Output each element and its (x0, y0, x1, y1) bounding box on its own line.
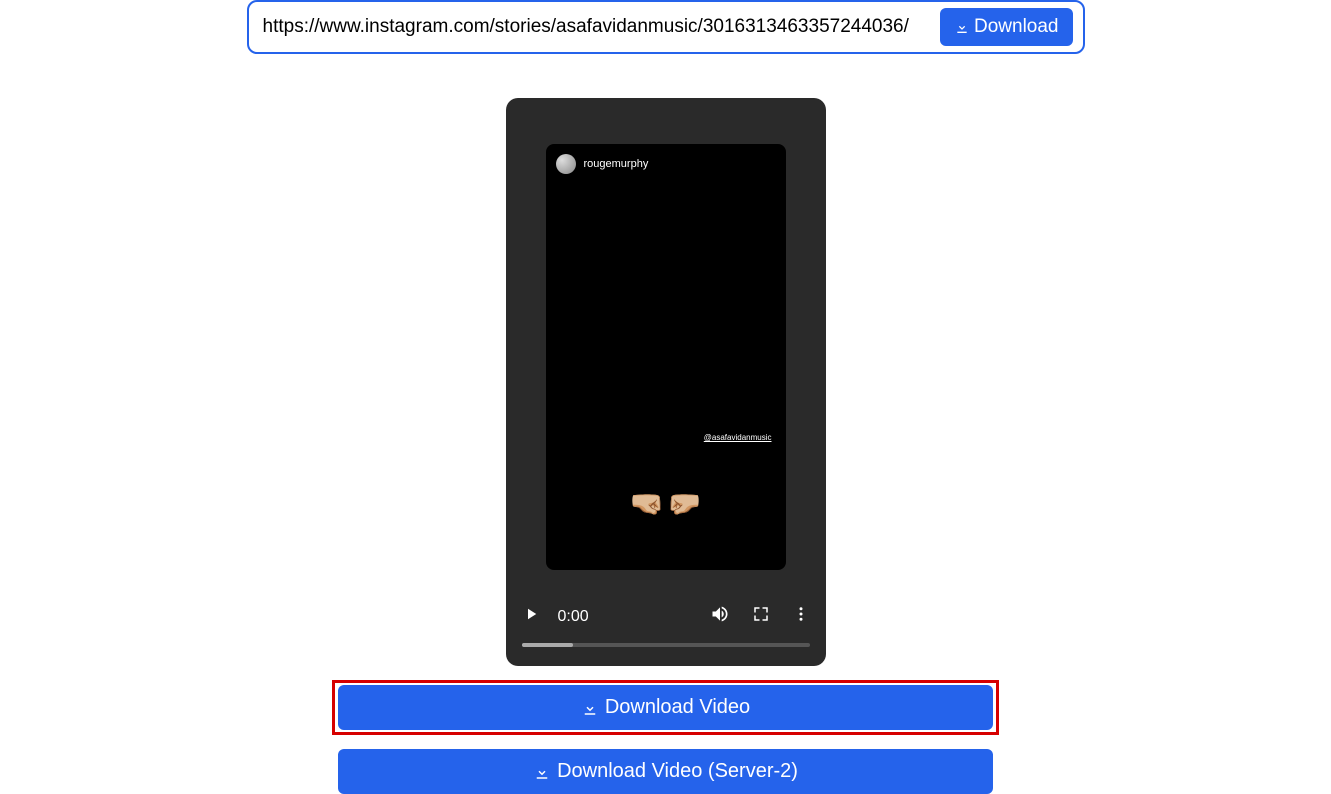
volume-icon[interactable] (710, 604, 730, 629)
avatar (556, 154, 576, 174)
play-icon[interactable] (522, 605, 540, 628)
download-button-label: Download (974, 16, 1059, 38)
story-mention: @asafavidanmusic (704, 433, 772, 442)
download-video-server2-button[interactable]: Download Video (Server-2) (338, 749, 993, 794)
video-content-area[interactable]: rougemurphy @asafavidanmusic 🤜🏼🤛🏼 (506, 98, 826, 596)
download-video-label: Download Video (605, 696, 750, 719)
fullscreen-icon[interactable] (752, 605, 770, 628)
progress-bar[interactable] (522, 643, 810, 647)
url-input-container: Download (247, 0, 1085, 54)
story-header: rougemurphy (546, 144, 786, 184)
more-icon[interactable] (792, 605, 810, 628)
controls-right (710, 604, 810, 629)
video-controls: 0:00 (506, 596, 826, 666)
download-video-button[interactable]: Download Video (338, 685, 993, 730)
download-video-server2-label: Download Video (Server-2) (557, 760, 798, 783)
time-display: 0:00 (558, 608, 589, 626)
download-icon (581, 699, 599, 717)
download-button[interactable]: Download (940, 8, 1073, 46)
highlighted-download-wrapper: Download Video (332, 680, 999, 735)
progress-fill (522, 643, 574, 647)
story-frame: rougemurphy @asafavidanmusic 🤜🏼🤛🏼 (546, 144, 786, 570)
fist-bump-emoji: 🤜🏼🤛🏼 (630, 487, 702, 520)
controls-row: 0:00 (522, 604, 810, 629)
download-icon (954, 19, 970, 35)
story-username: rougemurphy (584, 158, 649, 170)
video-preview-card: rougemurphy @asafavidanmusic 🤜🏼🤛🏼 0:00 (506, 98, 826, 666)
url-input[interactable] (259, 16, 931, 38)
download-icon (533, 763, 551, 781)
controls-left: 0:00 (522, 605, 589, 628)
